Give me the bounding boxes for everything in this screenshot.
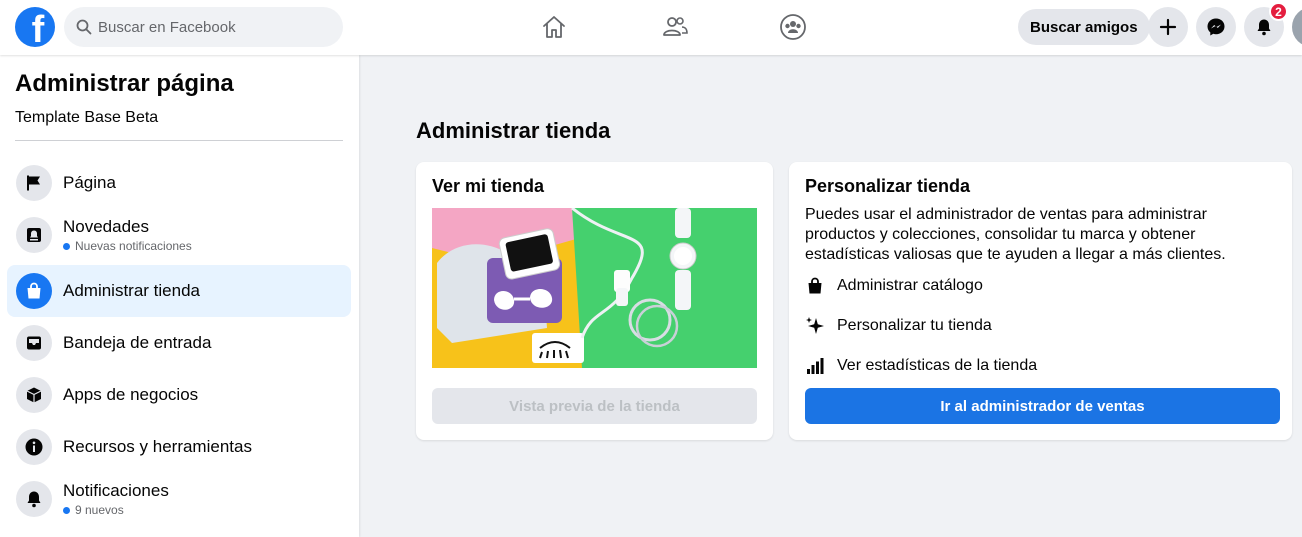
feature-label: Administrar catálogo xyxy=(837,277,983,294)
sidebar-item-bandeja-de-entrada[interactable]: Bandeja de entrada xyxy=(7,317,351,369)
plus-icon xyxy=(1159,18,1177,36)
sidebar-title: Administrar página xyxy=(15,70,234,97)
customize-store-card-title: Personalizar tienda xyxy=(805,176,971,196)
go-to-commerce-manager-button[interactable]: Ir al administrador de ventas xyxy=(805,388,1280,424)
avatar[interactable] xyxy=(1292,7,1302,47)
view-store-card-title: Ver mi tienda xyxy=(432,176,545,196)
cube-icon xyxy=(16,377,52,413)
feature-label: Ver estadísticas de la tienda xyxy=(837,357,1038,374)
shopping-bag-icon xyxy=(16,273,52,309)
facebook-logo[interactable]: f xyxy=(15,7,55,47)
bar-chart-icon xyxy=(805,356,825,376)
facebook-logo-letter: f xyxy=(31,9,45,47)
search-icon xyxy=(76,19,92,35)
notifications-button[interactable]: 2 xyxy=(1244,2,1288,47)
messenger-icon xyxy=(1207,18,1225,36)
sidebar-divider xyxy=(15,140,343,141)
sidebar-item-label: Notificaciones xyxy=(63,481,169,500)
search-box[interactable] xyxy=(64,7,343,47)
sidebar-item-label: Novedades xyxy=(63,217,150,236)
sidebar-item-label: Apps de negocios xyxy=(63,385,199,404)
sidebar-item-label: Bandeja de entrada xyxy=(63,333,212,352)
sidebar-item-note: Nuevas notificaciones xyxy=(63,239,192,253)
sidebar-item-label: Recursos y herramientas xyxy=(63,437,252,456)
sidebar-item-label: Página xyxy=(63,173,116,192)
sidebar-item-note-text: Nuevas notificaciones xyxy=(75,239,192,253)
feature-label: Personalizar tu tienda xyxy=(837,317,992,334)
shopping-bag-icon xyxy=(805,276,825,296)
sidebar-item-apps-de-negocios[interactable]: Apps de negocios xyxy=(7,369,351,421)
messenger-button[interactable] xyxy=(1196,7,1236,47)
page-title: Administrar tienda xyxy=(416,118,611,143)
create-button[interactable] xyxy=(1148,7,1188,47)
bell-icon xyxy=(1257,19,1271,36)
notification-count-badge: 2 xyxy=(1269,2,1288,21)
sidebar-item-novedades[interactable]: Novedades Nuevas notificaciones xyxy=(7,209,351,261)
store-preview-button[interactable]: Vista previa de la tienda xyxy=(432,388,757,424)
customize-store-card: Personalizar tienda Puedes usar el admin… xyxy=(789,162,1292,440)
sidebar-item-recursos-y-herramientas[interactable]: Recursos y herramientas xyxy=(7,421,351,473)
sidebar-item-note-text: 9 nuevos xyxy=(75,503,124,517)
home-icon[interactable] xyxy=(538,11,570,43)
news-bell-icon xyxy=(16,217,52,253)
unread-dot xyxy=(63,242,70,250)
sidebar: Administrar página Template Base Beta Pá… xyxy=(0,55,359,537)
page-name: Template Base Beta xyxy=(15,109,159,126)
feature-administrar-catalogo: Administrar catálogo xyxy=(805,276,983,296)
search-input[interactable] xyxy=(98,18,318,36)
sidebar-item-label: Administrar tienda xyxy=(63,281,201,300)
info-icon xyxy=(16,429,52,465)
store-preview-image xyxy=(432,208,757,368)
view-store-card: Ver mi tienda Vista previa de la tienda xyxy=(416,162,773,440)
groups-icon[interactable] xyxy=(777,11,809,43)
sidebar-item-note: 9 nuevos xyxy=(63,503,169,517)
inbox-icon xyxy=(16,325,52,361)
friends-icon[interactable] xyxy=(659,11,691,43)
sidebar-item-administrar-tienda[interactable]: Administrar tienda xyxy=(7,265,351,317)
top-navigation-bar: f Buscar amigos 2 xyxy=(0,0,1302,55)
flag-icon xyxy=(16,165,52,201)
find-friends-button[interactable]: Buscar amigos xyxy=(1018,9,1150,45)
sparkle-icon xyxy=(805,316,825,336)
feature-ver-estadisticas: Ver estadísticas de la tienda xyxy=(805,356,1037,376)
sidebar-item-notificaciones[interactable]: Notificaciones 9 nuevos xyxy=(7,473,351,525)
sidebar-item-pagina[interactable]: Página xyxy=(7,157,351,209)
unread-dot xyxy=(63,506,70,514)
customize-store-description: Puedes usar el administrador de ventas p… xyxy=(805,206,1226,263)
bell-icon xyxy=(16,481,52,517)
feature-personalizar-tienda: Personalizar tu tienda xyxy=(805,316,992,336)
